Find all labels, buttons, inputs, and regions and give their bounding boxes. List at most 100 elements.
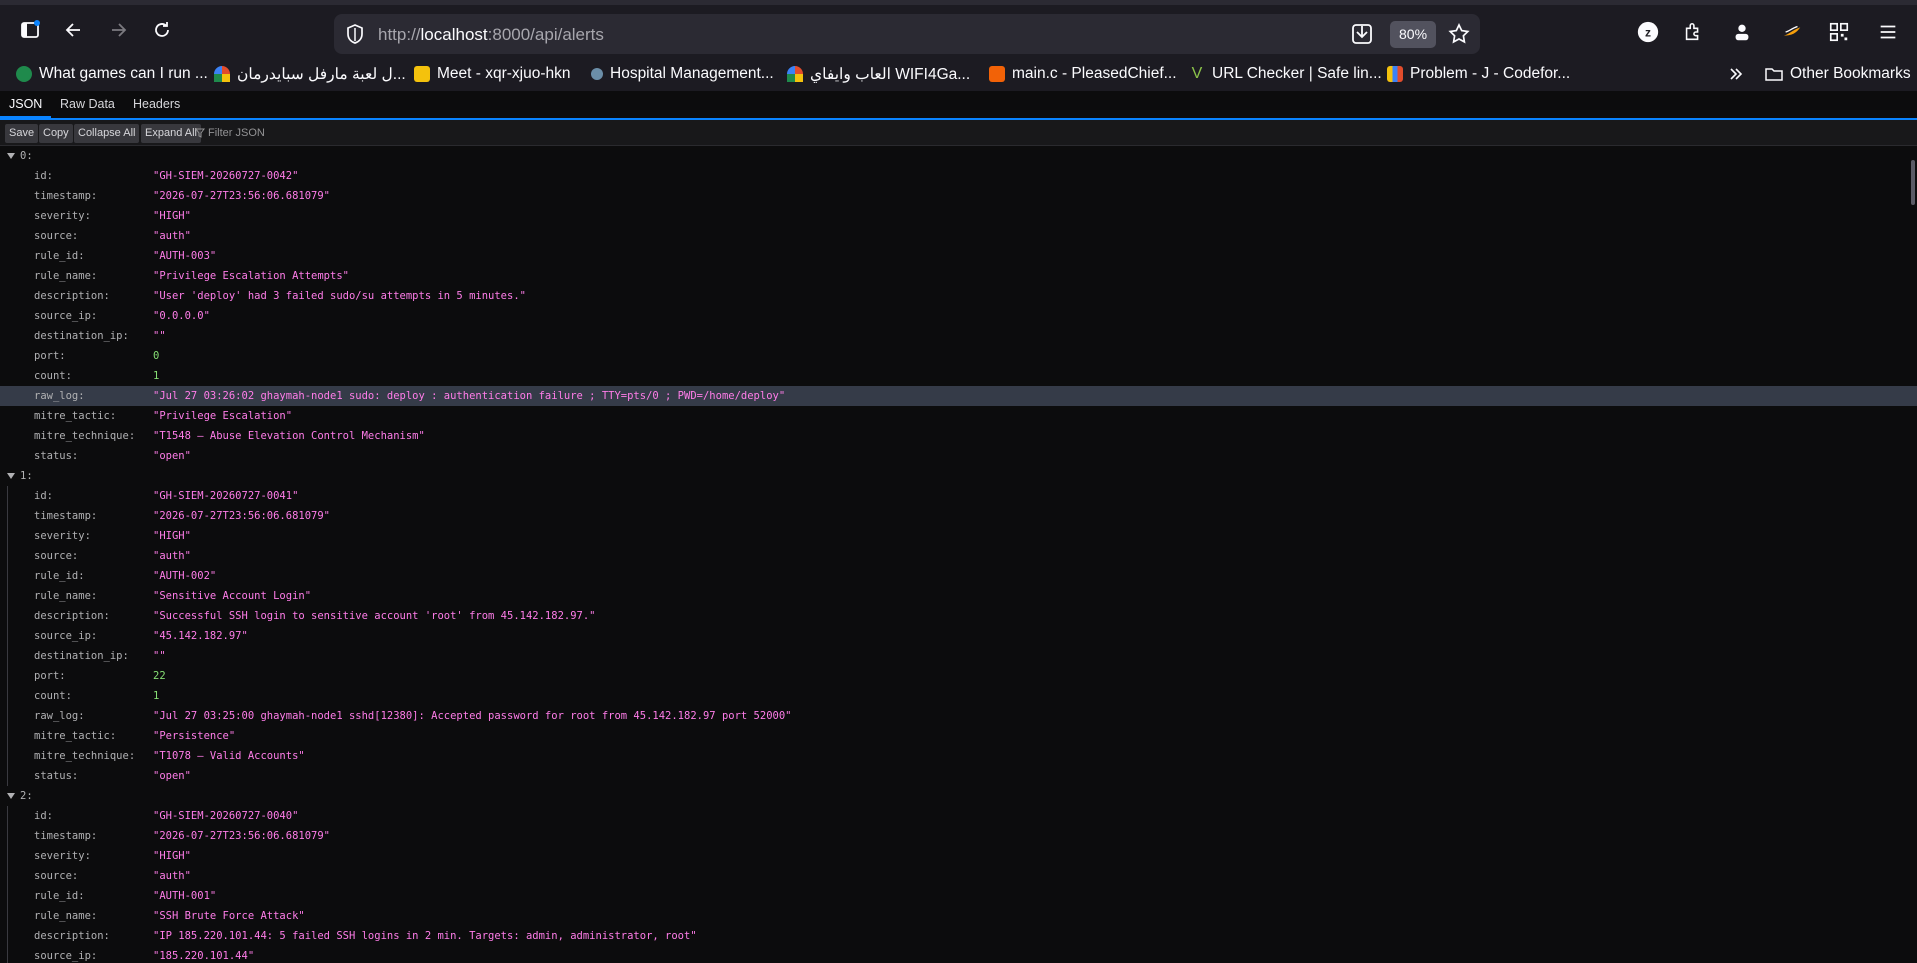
alert-object-toggle[interactable]: 0: xyxy=(0,146,33,166)
json-key: timestamp: xyxy=(34,190,98,202)
json-viewer-toolbar: Save Copy Collapse All Expand All Filter… xyxy=(0,118,1917,146)
scrollbar-thumb[interactable] xyxy=(1911,160,1915,205)
tab-json[interactable]: JSON xyxy=(0,91,52,118)
bookmark-item[interactable]: Problem - J - Codefor... xyxy=(1387,62,1570,86)
expand-triangle-icon[interactable] xyxy=(7,153,15,159)
bookmark-item[interactable]: V URL Checker | Safe lin... xyxy=(1189,62,1382,86)
json-row[interactable]: destination_ip: "" xyxy=(0,326,1917,346)
other-bookmarks-folder[interactable]: Other Bookmarks xyxy=(1765,62,1911,86)
json-row[interactable]: description: "User 'deploy' had 3 failed … xyxy=(0,286,1917,306)
json-value: "HIGH" xyxy=(153,210,191,222)
json-row[interactable]: source: "auth" xyxy=(0,546,1917,566)
forward-button[interactable] xyxy=(102,14,134,46)
bookmark-star-icon[interactable] xyxy=(1447,22,1471,46)
json-value: "IP 185.220.101.44: 5 failed SSH logins … xyxy=(153,930,697,942)
json-row[interactable]: source_ip: "45.142.182.97" xyxy=(0,626,1917,646)
json-row[interactable]: mitre_technique: "T1078 – Valid Accounts" xyxy=(0,746,1917,766)
alert-object-toggle[interactable]: 1: xyxy=(0,466,33,486)
json-row[interactable]: rule_name: "SSH Brute Force Attack" xyxy=(0,906,1917,926)
bookmark-item[interactable]: What games can I run ... xyxy=(16,62,208,86)
json-row[interactable]: severity: "HIGH" xyxy=(0,526,1917,546)
json-value: "2026-07-27T23:56:06.681079" xyxy=(153,510,331,522)
json-row[interactable]: rule_id: "AUTH-001" xyxy=(0,886,1917,906)
json-value: "" xyxy=(153,650,166,662)
json-row[interactable]: source_ip: "0.0.0.0" xyxy=(0,306,1917,326)
json-row[interactable]: source: "auth" xyxy=(0,866,1917,886)
bookmark-item[interactable]: Hospital Management... xyxy=(591,62,774,86)
filter-json-input[interactable]: Filter JSON xyxy=(195,124,265,143)
menu-icon[interactable] xyxy=(1875,19,1901,45)
json-row[interactable]: description: "Successful SSH login to sen… xyxy=(0,606,1917,626)
alert-object-toggle[interactable]: 2: xyxy=(0,786,33,806)
expand-all-button[interactable]: Expand All xyxy=(141,124,201,143)
json-row[interactable]: mitre_technique: "T1548 – Abuse Elevation… xyxy=(0,426,1917,446)
json-key: id: xyxy=(34,490,53,502)
bookmark-item[interactable]: Meet - xqr-xjuo-hkn xyxy=(414,62,571,86)
shield-icon[interactable] xyxy=(344,23,366,45)
collapse-all-button[interactable]: Collapse All xyxy=(74,124,140,143)
json-row[interactable]: severity: "HIGH" xyxy=(0,846,1917,866)
tab-raw-data[interactable]: Raw Data xyxy=(51,91,124,118)
url-bar[interactable]: http://localhost:8000/api/alerts 80% xyxy=(334,14,1480,54)
qr-code-icon[interactable] xyxy=(1826,19,1852,45)
json-row[interactable]: raw_log: "Jul 27 03:25:00 ghaymah-node1 s… xyxy=(0,706,1917,726)
json-row[interactable]: mitre_tactic: "Privilege Escalation" xyxy=(0,406,1917,426)
zoom-level-button[interactable]: 80% xyxy=(1390,21,1437,48)
json-row[interactable]: mitre_tactic: "Persistence" xyxy=(0,726,1917,746)
json-value: "Privilege Escalation Attempts" xyxy=(153,270,349,282)
bookmark-item[interactable]: main.c - PleasedChief... xyxy=(989,62,1177,86)
json-row[interactable]: count: 1 xyxy=(0,686,1917,706)
other-bookmarks-label: Other Bookmarks xyxy=(1790,65,1911,82)
json-row[interactable]: count: 1 xyxy=(0,366,1917,386)
json-row[interactable]: timestamp: "2026-07-27T23:56:06.681079" xyxy=(0,506,1917,526)
json-row[interactable]: raw_log: "Jul 27 03:26:02 ghaymah-node1 s… xyxy=(0,386,1917,406)
json-row[interactable]: timestamp: "2026-07-27T23:56:06.681079" xyxy=(0,826,1917,846)
bookmark-label: ل لعبة مارفل سبايدرمان... xyxy=(237,65,406,83)
json-row[interactable]: destination_ip: "" xyxy=(0,646,1917,666)
download-icon[interactable] xyxy=(1350,22,1374,46)
json-row[interactable]: id: "GH-SIEM-20260727-0042" xyxy=(0,166,1917,186)
json-row[interactable]: id: "GH-SIEM-20260727-0041" xyxy=(0,486,1917,506)
json-row[interactable]: description: "IP 185.220.101.44: 5 failed… xyxy=(0,926,1917,946)
expand-triangle-icon[interactable] xyxy=(7,473,15,479)
json-row[interactable]: severity: "HIGH" xyxy=(0,206,1917,226)
tab-headers[interactable]: Headers xyxy=(124,91,189,118)
bookmark-item[interactable]: ل لعبة مارفل سبايدرمان... xyxy=(214,62,406,86)
json-row[interactable]: status: "open" xyxy=(0,766,1917,786)
extensions-icon[interactable] xyxy=(1680,19,1706,45)
json-row[interactable]: rule_id: "AUTH-002" xyxy=(0,566,1917,586)
browser-toolbar: http://localhost:8000/api/alerts 80% z xyxy=(0,0,1917,58)
reload-button[interactable] xyxy=(146,14,178,46)
url-text[interactable]: http://localhost:8000/api/alerts xyxy=(378,25,604,45)
account-z-icon[interactable]: z xyxy=(1635,19,1661,45)
profile-extension-icon[interactable] xyxy=(1729,19,1755,45)
json-value: "185.220.101.44" xyxy=(153,950,255,962)
expand-triangle-icon[interactable] xyxy=(7,793,15,799)
back-button[interactable] xyxy=(58,14,90,46)
json-row[interactable]: rule_name: "Sensitive Account Login" xyxy=(0,586,1917,606)
json-row[interactable]: rule_name: "Privilege Escalation Attempts… xyxy=(0,266,1917,286)
json-row[interactable]: timestamp: "2026-07-27T23:56:06.681079" xyxy=(0,186,1917,206)
json-value: "AUTH-003" xyxy=(153,250,217,262)
json-row[interactable]: source: "auth" xyxy=(0,226,1917,246)
json-key: mitre_technique: xyxy=(34,430,136,442)
json-value: 22 xyxy=(153,670,166,682)
json-row[interactable]: id: "GH-SIEM-20260727-0040" xyxy=(0,806,1917,826)
copy-button[interactable]: Copy xyxy=(39,124,73,143)
sidebar-toggle-icon[interactable] xyxy=(14,14,46,46)
json-row[interactable]: port: 22 xyxy=(0,666,1917,686)
bookmark-item[interactable]: العاب وايفاي WIFI4Ga... xyxy=(787,62,970,86)
bookmark-label: Meet - xqr-xjuo-hkn xyxy=(437,65,571,82)
json-row[interactable]: status: "open" xyxy=(0,446,1917,466)
json-key: rule_id: xyxy=(34,570,85,582)
extension-wing-icon[interactable] xyxy=(1779,19,1805,45)
save-button[interactable]: Save xyxy=(5,124,39,143)
bookmarks-overflow-chevron-icon[interactable] xyxy=(1728,62,1744,86)
json-row[interactable]: source_ip: "185.220.101.44" xyxy=(0,946,1917,963)
json-key: source_ip: xyxy=(34,310,98,322)
json-row[interactable]: rule_id: "AUTH-003" xyxy=(0,246,1917,266)
json-tree: 0: id: "GH-SIEM-20260727-0042" timestamp: "2… xyxy=(0,146,1917,963)
json-value: "2026-07-27T23:56:06.681079" xyxy=(153,830,331,842)
json-row[interactable]: port: 0 xyxy=(0,346,1917,366)
json-key: source: xyxy=(34,230,79,242)
